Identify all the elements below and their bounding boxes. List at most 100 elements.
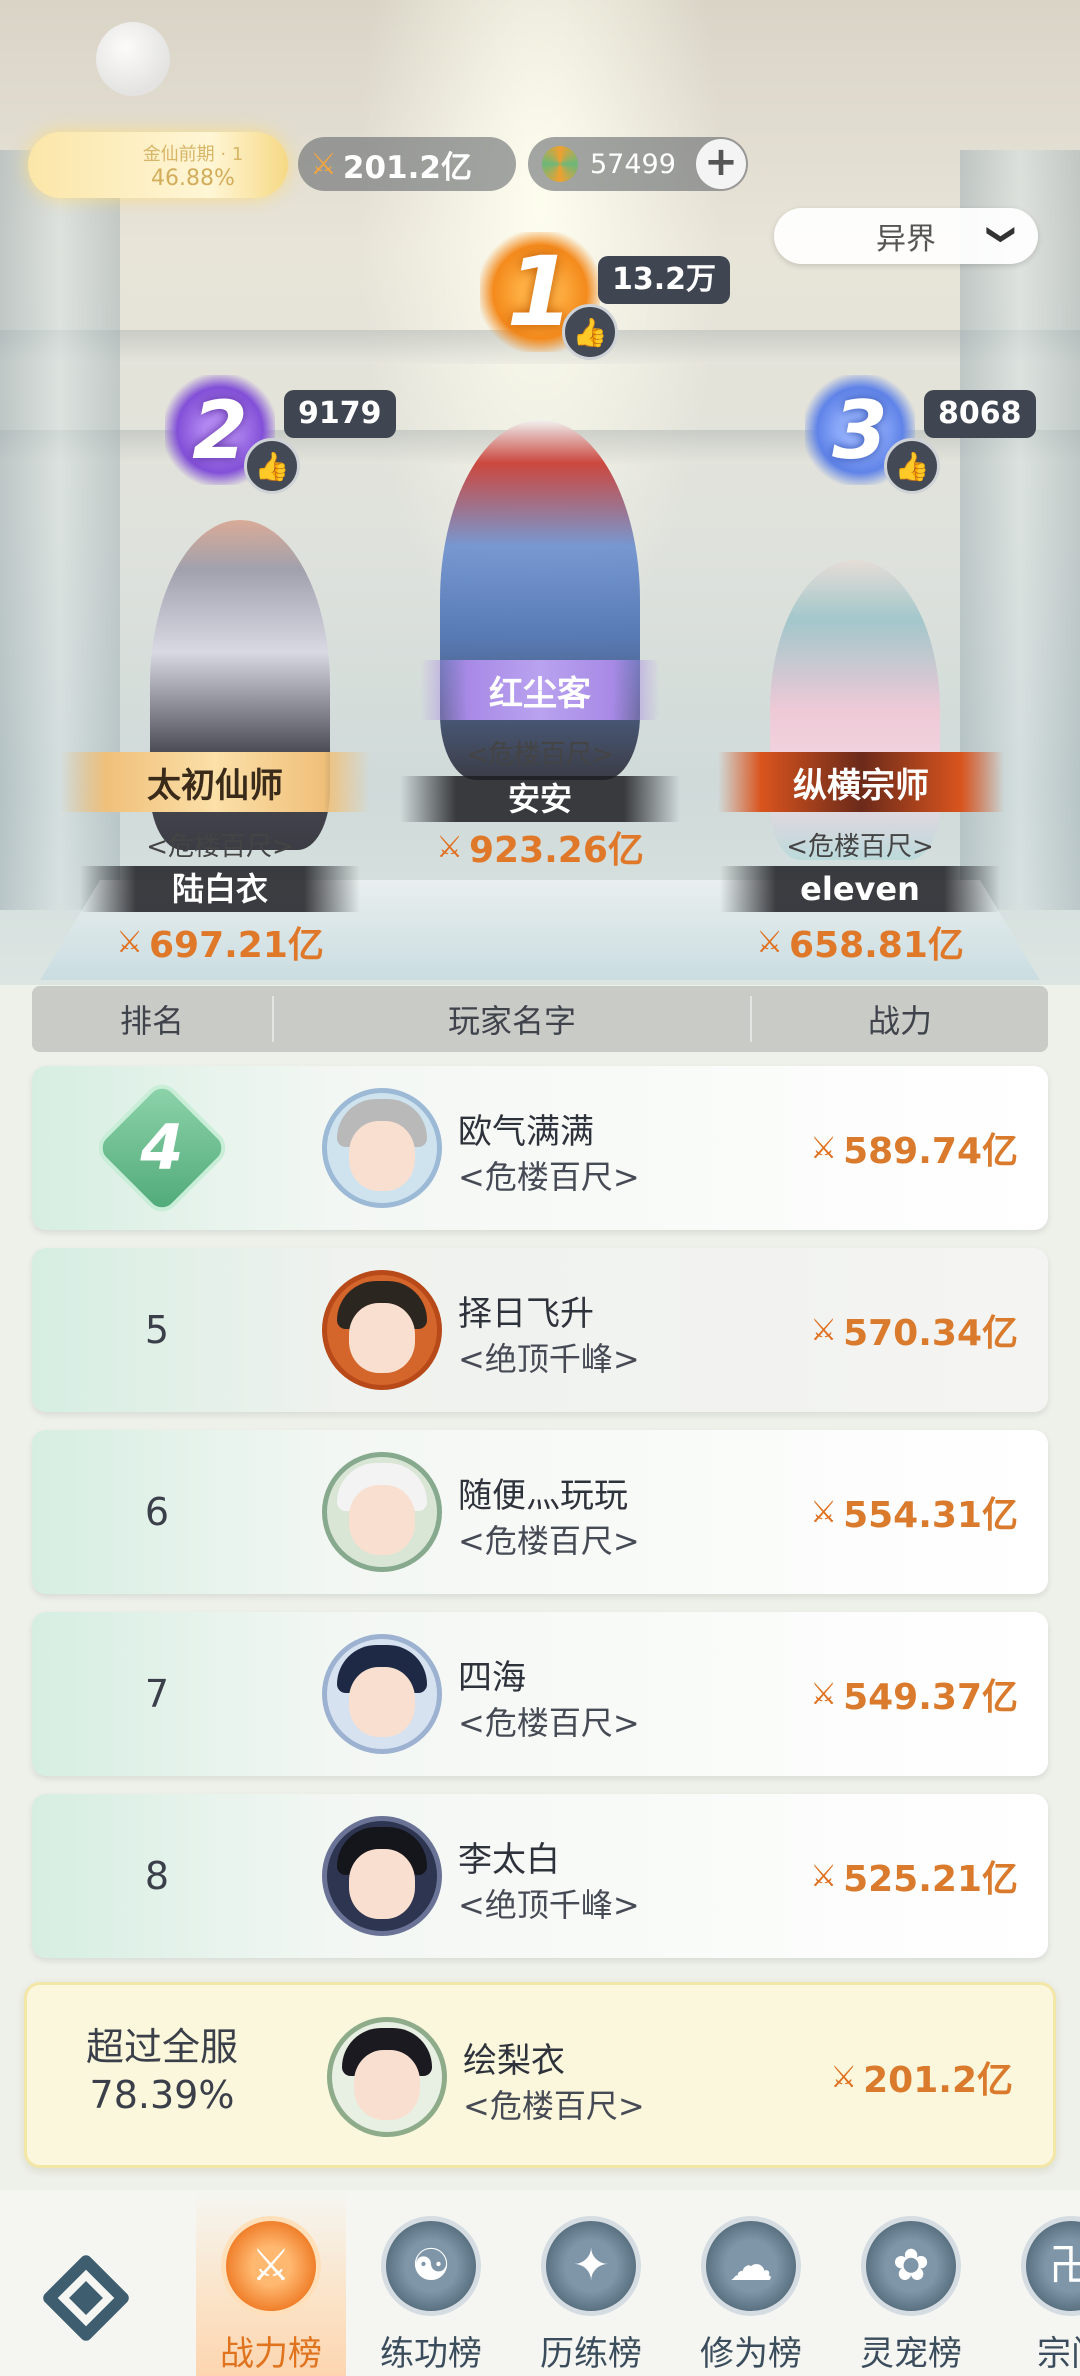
rank-1-like-button[interactable]: 👍 bbox=[562, 304, 618, 360]
player-power: ⚔ 570.34亿 bbox=[810, 1304, 1018, 1356]
tab-label: 战力榜 bbox=[220, 2334, 322, 2374]
table-row[interactable]: 4 欧气满满 <危楼百尺> ⚔ 589.74亿 bbox=[32, 1066, 1048, 1230]
tab-cultivation-ranking[interactable]: ☁ 修为榜 bbox=[676, 2190, 826, 2376]
player-power-value: 589.74亿 bbox=[843, 1131, 1018, 1172]
table-row[interactable]: 7 四海 <危楼百尺> ⚔ 549.37亿 bbox=[32, 1612, 1048, 1776]
player-name: 绘梨衣 bbox=[463, 2041, 565, 2081]
power-icon: ⚔ bbox=[756, 924, 783, 960]
rank-3-power: ⚔ 658.81亿 bbox=[720, 916, 1000, 968]
player-name: 随便灬玩玩 bbox=[458, 1476, 628, 1516]
tab-label: 宗门 bbox=[1037, 2334, 1080, 2374]
tab-label: 练功榜 bbox=[380, 2334, 482, 2374]
realm-progress-chip[interactable]: 金仙前期 · 1 46.88% bbox=[28, 132, 288, 198]
rank-3-like-count: 8068 bbox=[924, 390, 1036, 438]
tab-label: 修为榜 bbox=[700, 2334, 802, 2374]
rank-3-power-value: 658.81亿 bbox=[788, 925, 964, 966]
avatar[interactable] bbox=[322, 1816, 442, 1936]
rank-3-name: eleven bbox=[720, 866, 1000, 912]
thumbs-up-icon: 👍 bbox=[894, 449, 930, 483]
rank-2-name: 陆白衣 bbox=[80, 866, 360, 912]
rank-1-character[interactable] bbox=[440, 420, 640, 780]
avatar[interactable] bbox=[322, 1088, 442, 1208]
add-currency-button[interactable]: + bbox=[696, 139, 746, 189]
exceed-value: 78.39% bbox=[89, 2073, 235, 2117]
yin-yang-icon: ☯ bbox=[381, 2216, 481, 2316]
power-icon: ⚔ bbox=[810, 1858, 838, 1894]
ranking-menu-logo-icon[interactable] bbox=[38, 2250, 134, 2346]
cat-face-icon: ✿ bbox=[861, 2216, 961, 2316]
tab-experience-ranking[interactable]: ✦ 历练榜 bbox=[516, 2190, 666, 2376]
table-row[interactable]: 5 择日飞升 <绝顶千峰> ⚔ 570.34亿 bbox=[32, 1248, 1048, 1412]
header-player-name: 玩家名字 bbox=[272, 996, 752, 1042]
player-power-value: 570.34亿 bbox=[843, 1313, 1018, 1354]
bottom-tab-bar: ⚔ 战力榜 ☯ 练功榜 ✦ 历练榜 ☁ 修为榜 ✿ 灵宠榜 卍 宗门 bbox=[0, 2190, 1080, 2376]
ranking-table-header: 排名 玩家名字 战力 bbox=[32, 986, 1048, 1052]
avatar[interactable] bbox=[327, 2017, 447, 2137]
crossed-swords-icon: ⚔ bbox=[221, 2216, 321, 2316]
player-power: ⚔ 554.31亿 bbox=[810, 1486, 1018, 1538]
realm-progress: 46.88% bbox=[151, 165, 235, 191]
my-power-chip: ⚔ 201.2亿 bbox=[298, 137, 516, 191]
avatar[interactable] bbox=[322, 1452, 442, 1572]
player-name: 欧气满满 bbox=[458, 1112, 594, 1152]
my-rank-row[interactable]: 超过全服 78.39% 绘梨衣 <危楼百尺> ⚔ 201.2亿 bbox=[24, 1982, 1056, 2168]
sage-hat-icon: ☁ bbox=[701, 2216, 801, 2316]
power-icon: ⚔ bbox=[830, 2059, 858, 2095]
player-power: ⚔ 201.2亿 bbox=[830, 2051, 1013, 2103]
tab-sect-ranking[interactable]: 卍 宗门 bbox=[996, 2190, 1080, 2376]
rank-1-sect: <危楼百尺> bbox=[466, 740, 614, 770]
player-name: 择日飞升 bbox=[458, 1294, 594, 1334]
moon-decoration bbox=[96, 22, 170, 96]
exceed-label: 超过全服 bbox=[85, 2025, 238, 2069]
tab-pet-ranking[interactable]: ✿ 灵宠榜 bbox=[836, 2190, 986, 2376]
avatar[interactable] bbox=[322, 1634, 442, 1754]
exceed-server-stat: 超过全服 78.39% bbox=[27, 2023, 297, 2119]
player-power-value: 549.37亿 bbox=[843, 1677, 1018, 1718]
rank-2-sect: <危楼百尺> bbox=[146, 832, 294, 862]
my-power-value: 201.2亿 bbox=[342, 149, 472, 186]
rank-number: 5 bbox=[144, 1308, 170, 1352]
rank-number: 7 bbox=[144, 1672, 170, 1716]
realm-label: 金仙前期 · 1 bbox=[142, 143, 244, 165]
player-power: ⚔ 589.74亿 bbox=[810, 1122, 1018, 1174]
star-orbit-icon: ✦ bbox=[541, 2216, 641, 2316]
sect-emblem-icon: 卍 bbox=[1021, 2216, 1080, 2316]
rank-number: 4 bbox=[140, 1111, 184, 1184]
player-name: 李太白 bbox=[458, 1840, 560, 1880]
rank-number: 6 bbox=[144, 1490, 170, 1534]
table-row[interactable]: 6 随便灬玩玩 <危楼百尺> ⚔ 554.31亿 bbox=[32, 1430, 1048, 1594]
rank-number: 8 bbox=[144, 1854, 170, 1898]
rank-3-title: 纵横宗师 bbox=[718, 752, 1004, 812]
currency-chip: 57499 + bbox=[528, 137, 748, 191]
power-icon: ⚔ bbox=[810, 1312, 838, 1348]
chevron-down-icon: ❯ bbox=[985, 222, 1019, 247]
tab-label: 灵宠榜 bbox=[860, 2334, 962, 2374]
table-row[interactable]: 8 李太白 <绝顶千峰> ⚔ 525.21亿 bbox=[32, 1794, 1048, 1958]
power-icon: ⚔ bbox=[116, 924, 143, 960]
rank-3-character[interactable] bbox=[770, 560, 940, 860]
rank-3-sect: <危楼百尺> bbox=[786, 832, 934, 862]
server-select-value: 异界 bbox=[876, 222, 936, 257]
tab-power-ranking[interactable]: ⚔ 战力榜 bbox=[196, 2190, 346, 2376]
rank-2-title: 太初仙师 bbox=[60, 752, 370, 812]
player-sect: <危楼百尺> bbox=[458, 1522, 640, 1560]
rank-1-name: 安安 bbox=[400, 776, 680, 822]
rank-1-like-count: 13.2万 bbox=[598, 256, 731, 304]
player-power: ⚔ 525.21亿 bbox=[810, 1850, 1018, 1902]
thumbs-up-icon: 👍 bbox=[572, 315, 608, 349]
power-icon: ⚔ bbox=[436, 829, 463, 865]
tab-training-ranking[interactable]: ☯ 练功榜 bbox=[356, 2190, 506, 2376]
tab-label: 历练榜 bbox=[540, 2334, 642, 2374]
thumbs-up-icon: 👍 bbox=[254, 449, 290, 483]
avatar[interactable] bbox=[322, 1270, 442, 1390]
power-icon: ⚔ bbox=[810, 1676, 838, 1712]
rank-2-power-value: 697.21亿 bbox=[148, 925, 324, 966]
spirit-coin-icon bbox=[542, 146, 578, 182]
server-select[interactable]: 异界 ❯ bbox=[774, 208, 1038, 264]
rank-3-like-button[interactable]: 👍 bbox=[884, 438, 940, 494]
player-power-value: 201.2亿 bbox=[863, 2060, 1013, 2101]
player-sect: <危楼百尺> bbox=[458, 1704, 640, 1742]
header-power: 战力 bbox=[867, 1002, 932, 1040]
power-icon: ⚔ bbox=[310, 146, 337, 182]
rank-2-like-button[interactable]: 👍 bbox=[244, 438, 300, 494]
